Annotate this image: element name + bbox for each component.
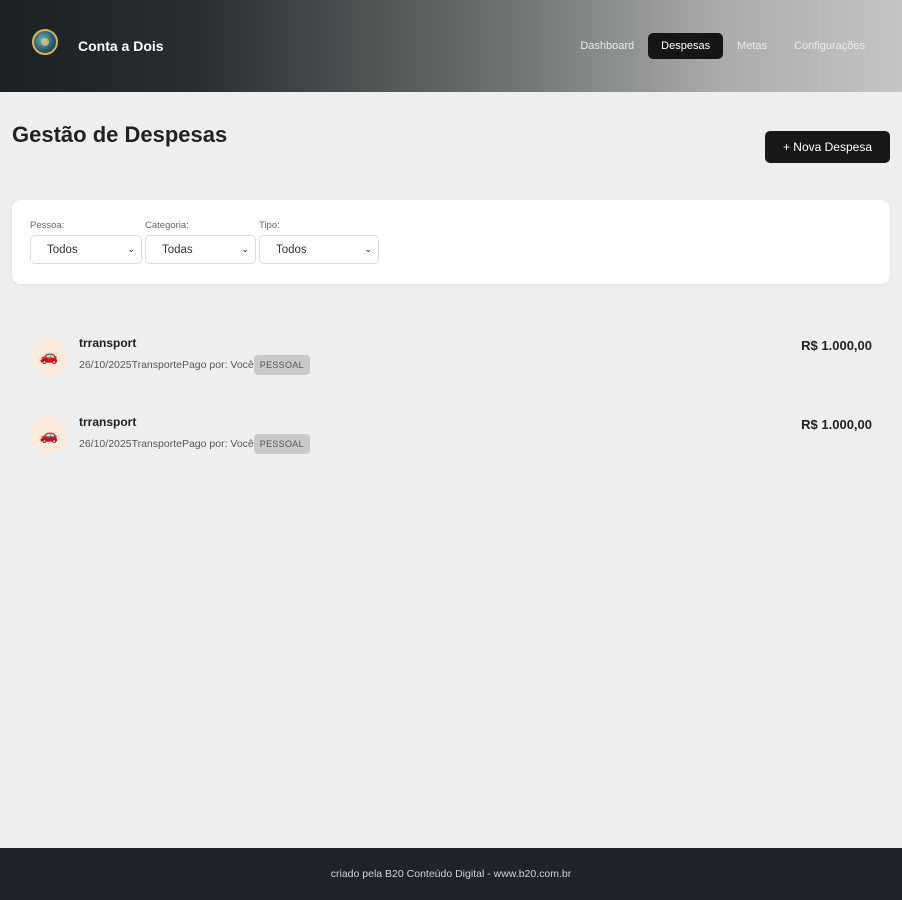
expense-name: trransport bbox=[79, 336, 137, 350]
chevron-down-icon: ⌄ bbox=[241, 244, 249, 254]
expense-paid-by: Pago por: Você bbox=[181, 438, 254, 450]
tipo-select-value: Todos bbox=[276, 243, 307, 256]
page-footer: criado pela B20 Conteúdo Digital - www.b… bbox=[0, 848, 902, 900]
main-content: Gestão de Despesas + Nova Despesa Pessoa… bbox=[0, 92, 902, 474]
expense-item[interactable]: 🚗 trransport 26/10/2025 Transporte Pago … bbox=[12, 316, 890, 395]
filter-tipo: Tipo: Todos ⌄ bbox=[259, 220, 379, 264]
expense-type-badge: PESSOAL bbox=[253, 355, 310, 375]
nav-dashboard[interactable]: Dashboard bbox=[567, 33, 647, 59]
expense-amount: R$ 1.000,00 bbox=[801, 338, 872, 353]
expense-list: 🚗 trransport 26/10/2025 Transporte Pago … bbox=[12, 316, 890, 474]
coin-logo-icon bbox=[32, 29, 58, 55]
page-title: Gestão de Despesas bbox=[12, 122, 228, 147]
filter-categoria-label: Categoria: bbox=[145, 220, 189, 231]
expense-info: trransport 26/10/2025 Transporte Pago po… bbox=[79, 415, 310, 454]
filter-pessoa-label: Pessoa: bbox=[30, 220, 65, 231]
chevron-down-icon: ⌄ bbox=[127, 244, 135, 254]
footer-text: criado pela B20 Conteúdo Digital - www.b… bbox=[330, 868, 572, 880]
expense-paid-by: Pago por: Você bbox=[181, 359, 254, 371]
brand-name: Conta a Dois bbox=[78, 38, 164, 54]
filter-tipo-label: Tipo: bbox=[259, 220, 280, 231]
pessoa-select-value: Todos bbox=[47, 243, 78, 256]
expense-amount: R$ 1.000,00 bbox=[801, 417, 872, 432]
categoria-select[interactable]: Todas ⌄ bbox=[145, 235, 256, 264]
expense-category: Transporte bbox=[131, 438, 182, 450]
expense-meta: 26/10/2025 Transporte Pago por: Você PES… bbox=[79, 355, 310, 375]
app-header: Conta a Dois Dashboard Despesas Metas Co… bbox=[0, 0, 902, 92]
tipo-select[interactable]: Todos ⌄ bbox=[259, 235, 379, 264]
filters-panel: Pessoa: Todos ⌄ Categoria: Todas ⌄ Tipo:… bbox=[12, 200, 890, 284]
pessoa-select[interactable]: Todos ⌄ bbox=[30, 235, 142, 264]
chevron-down-icon: ⌄ bbox=[364, 244, 372, 254]
categoria-select-value: Todas bbox=[162, 243, 193, 256]
expense-name: trransport bbox=[79, 415, 137, 429]
title-row: Gestão de Despesas + Nova Despesa bbox=[12, 92, 890, 200]
new-expense-button[interactable]: + Nova Despesa bbox=[764, 131, 890, 163]
car-icon: 🚗 bbox=[30, 336, 68, 375]
expense-category: Transporte bbox=[131, 359, 182, 371]
nav-despesas[interactable]: Despesas bbox=[648, 33, 724, 59]
expense-type-badge: PESSOAL bbox=[253, 434, 310, 454]
expense-date: 26/10/2025 bbox=[79, 438, 132, 450]
car-icon: 🚗 bbox=[30, 415, 68, 454]
expense-meta: 26/10/2025 Transporte Pago por: Você PES… bbox=[79, 434, 310, 454]
expense-item[interactable]: 🚗 trransport 26/10/2025 Transporte Pago … bbox=[12, 395, 890, 474]
filter-pessoa: Pessoa: Todos ⌄ bbox=[30, 220, 142, 264]
filter-categoria: Categoria: Todas ⌄ bbox=[145, 220, 256, 264]
expense-date: 26/10/2025 bbox=[79, 359, 132, 371]
main-nav: Dashboard Despesas Metas Configurações bbox=[566, 33, 878, 59]
nav-configuracoes[interactable]: Configurações bbox=[781, 33, 878, 59]
nav-metas[interactable]: Metas bbox=[724, 33, 780, 59]
expense-info: trransport 26/10/2025 Transporte Pago po… bbox=[79, 336, 310, 375]
